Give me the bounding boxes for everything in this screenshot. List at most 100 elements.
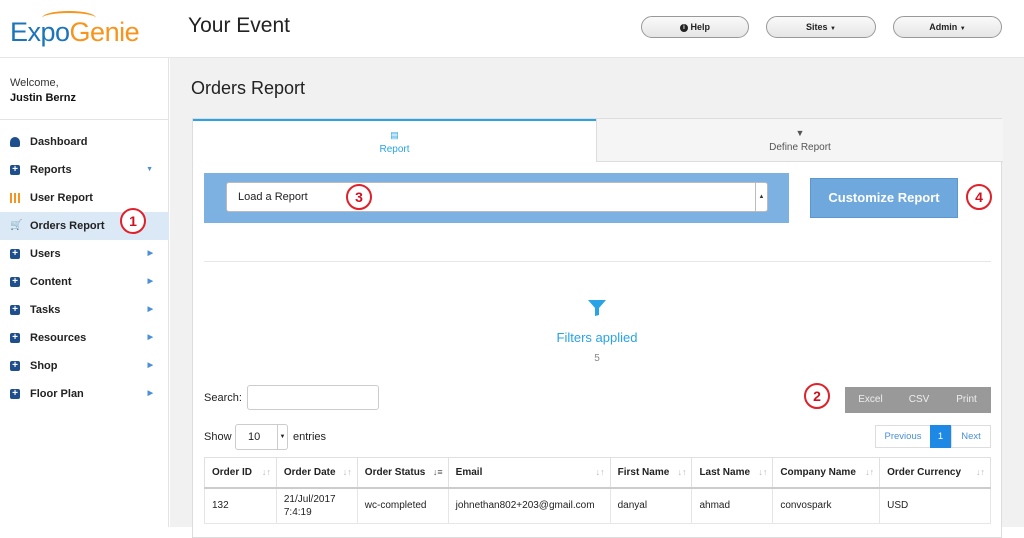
chevron-down-icon: ▼ [146,166,153,173]
sidebar-item-tasks[interactable]: Tasks ▶ [0,296,169,324]
load-report-label: Load a Report [238,191,308,203]
help-label: Help [690,22,711,32]
plus-icon [10,333,20,343]
tab-report[interactable]: ▤ Report [193,119,596,162]
sort-icon: ↓↑ [342,467,352,477]
report-icon: ▤ [390,130,399,140]
table-cell: ahmad [691,487,774,524]
annotation-badge-1: 1 [120,208,146,234]
sort-icon: ↓↑ [758,467,768,477]
report-panel: ▤ Report ▼ Define Report Load a Report ▲… [192,118,1003,538]
sidebar-item-shop[interactable]: Shop ▶ [0,352,169,380]
expogenie-logo[interactable]: ExpoGenie [10,11,140,48]
sidebar-divider [0,119,169,120]
welcome-block: Welcome, Justin Bernz [10,76,76,106]
customize-report-button[interactable]: Customize Report [810,178,958,218]
filter-icon [588,300,606,316]
sidebar-item-reports[interactable]: Reports ▼ [0,156,169,184]
filters-count: 5 [594,353,600,364]
sidebar-item-label: Resources [30,332,87,344]
load-report-select[interactable]: Load a Report ▲ [226,182,768,212]
pagination-next[interactable]: Next [951,425,991,448]
caret-down-icon: ▼ [959,26,966,32]
logo-arc [42,11,96,25]
cart-icon: 🛒 [10,220,23,231]
sidebar-item-content[interactable]: Content ▶ [0,268,169,296]
sidebar-nav: Dashboard Reports ▼ User Report 🛒 Orders… [0,128,169,408]
plus-icon [10,249,20,259]
column-header[interactable]: Email ↓↑ [447,457,611,489]
plus-icon [10,361,20,371]
sidebar-item-users[interactable]: Users ▶ [0,240,169,268]
orders-table: Order ID ↓↑ Order Date ↓↑ Order Status ↓≡ E… [204,457,991,524]
sidebar-item-label: Orders Report [30,220,105,232]
annotation-badge-2: 2 [804,383,830,409]
table-header-row: Order ID ↓↑ Order Date ↓↑ Order Status ↓≡ E… [204,457,991,489]
column-label: Company Name [780,466,856,478]
table-cell: 132 [204,487,277,524]
excel-button[interactable]: Excel [845,387,896,413]
column-label: Order Date [283,466,336,478]
chevron-right-icon: ▶ [147,250,153,257]
column-header[interactable]: Order Date ↓↑ [275,457,358,489]
plus-icon [10,277,20,287]
caret-down-icon: ▼ [830,26,836,32]
print-button[interactable]: Print [942,387,991,413]
sidebar-item-label: Dashboard [30,136,88,148]
sidebar: Welcome, Justin Bernz Dashboard Reports … [0,58,169,527]
sidebar-item-label: Shop [30,360,58,372]
user-name: Justin Bernz [10,92,77,104]
sidebar-item-label: Floor Plan [30,388,84,400]
sites-label: Sites [806,22,828,32]
search-input[interactable] [247,385,379,410]
sidebar-item-user-report[interactable]: User Report [0,184,169,212]
plus-icon [10,389,20,399]
admin-dropdown[interactable]: Admin ▼ [893,16,1002,38]
tab-define-report[interactable]: ▼ Define Report [596,119,1003,162]
sidebar-item-label: User Report [30,192,93,204]
sort-icon: ↓↑ [976,467,985,477]
event-title: Your Event [188,14,290,37]
column-header[interactable]: Last Name ↓↑ [691,457,774,489]
show-label: Show [204,431,232,443]
divider [204,261,991,262]
entries-length-select[interactable]: 10 ▼ [235,424,288,450]
column-header[interactable]: First Name ↓↑ [609,457,693,489]
sites-dropdown[interactable]: Sites ▼ [766,16,876,38]
table-cell: USD [879,487,991,524]
column-header[interactable]: Order Status ↓≡ [356,457,449,489]
column-header[interactable]: Order Currency ↓↑ [879,457,991,489]
table-cell: johnethan802+203@gmail.com [447,487,611,524]
pagination-page-1[interactable]: 1 [930,425,951,448]
pagination-previous[interactable]: Previous [875,425,931,448]
table-cell: danyal [609,487,693,524]
annotation-badge-4: 4 [966,184,992,210]
sidebar-item-resources[interactable]: Resources ▶ [0,324,169,352]
help-button[interactable]: i Help [641,16,749,38]
filter-icon: ▼ [795,128,805,138]
chevron-right-icon: ▶ [147,362,153,369]
sort-desc-icon: ↓≡ [432,467,443,477]
select-caret-icon: ▲ [755,183,767,211]
table-cell: convospark [772,487,881,524]
dashboard-icon [10,137,20,147]
sort-icon: ↓↑ [595,467,605,477]
column-header[interactable]: Order ID ↓↑ [204,457,277,489]
select-caret-icon: ▼ [277,425,287,449]
column-label: Last Name [699,466,751,478]
sidebar-item-floor-plan[interactable]: Floor Plan ▶ [0,380,169,408]
column-label: Email [455,466,483,478]
info-icon: i [679,23,688,32]
entries-label: entries [293,431,327,443]
column-label: Order Status [364,466,426,478]
sidebar-item-dashboard[interactable]: Dashboard [0,128,169,156]
search-label: Search: [204,392,242,404]
column-header[interactable]: Company Name ↓↑ [772,457,881,489]
column-label: Order ID [212,466,253,478]
table-row[interactable]: 132 21/Jul/2017 7:4:19 wc-completed john… [204,487,991,524]
sidebar-item-label: Reports [30,164,72,176]
table-cell: wc-completed [356,487,449,524]
csv-button[interactable]: CSV [896,387,942,413]
welcome-text: Welcome, [10,77,59,89]
plus-icon [10,165,20,175]
